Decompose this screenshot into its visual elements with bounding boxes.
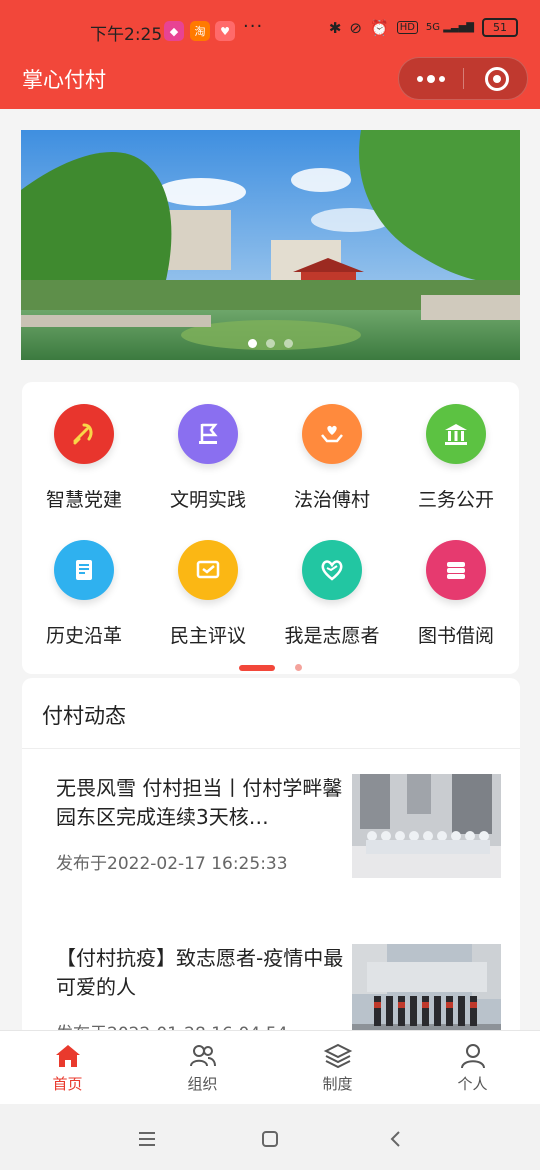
- tab-organization[interactable]: 组织: [135, 1031, 270, 1105]
- banner-dot[interactable]: [284, 339, 293, 348]
- news-thumbnail: [352, 944, 501, 1038]
- menu-item-history[interactable]: 历史沿革: [22, 540, 146, 648]
- banner-indicator: [21, 339, 520, 348]
- bluetooth-icon: ✱: [328, 18, 342, 37]
- menu-item-label: 历史沿革: [45, 625, 122, 647]
- alarm-icon: ⏰: [370, 18, 389, 37]
- building-icon: [426, 404, 486, 464]
- tab-label: 组织: [187, 1075, 218, 1093]
- people-icon: [188, 1041, 218, 1071]
- taobao-icon: 淘: [190, 21, 210, 41]
- layers-icon: [323, 1041, 353, 1071]
- heart-app-icon: ♥: [215, 21, 235, 41]
- mute-icon: ⊘: [349, 18, 362, 37]
- book-icon: [54, 540, 114, 600]
- status-bar: 下午2:25 ◆ 淘 ♥ ··· ✱ ⊘ ⏰ HD 5G ▂▃▅▇ 51: [0, 0, 540, 58]
- app-header: 下午2:25 ◆ 淘 ♥ ··· ✱ ⊘ ⏰ HD 5G ▂▃▅▇ 51 掌心付…: [0, 0, 540, 109]
- menu-item-label: 文明实践: [169, 489, 246, 511]
- menu-icon[interactable]: [132, 1124, 162, 1154]
- menu-item-label: 民主评议: [169, 625, 246, 647]
- menu-item-label: 三务公开: [417, 489, 494, 511]
- menu-item-rule-of-law[interactable]: 法治傅村: [270, 404, 394, 512]
- news-item[interactable]: 【付村抗疫】致志愿者-疫情中最可爱的人 发布于2022-01-28 16:04:…: [22, 944, 520, 1038]
- more-icon[interactable]: [399, 58, 463, 99]
- network-label: 5G: [425, 22, 441, 33]
- battery-icon: 51: [482, 18, 518, 37]
- capsule-divider: [463, 68, 464, 89]
- comment-board-icon: [178, 540, 238, 600]
- menu-item-label: 智慧党建: [45, 489, 122, 511]
- news-item-title: 无畏风雪 付村担当丨付村学畔馨园东区完成连续3天核…: [56, 776, 343, 829]
- menu-item-label: 图书借阅: [417, 625, 494, 647]
- feature-menu: 智慧党建 文明实践 法治傅村 三务公开 历史沿革 民主评议 我是志愿者 图书借阅: [22, 382, 519, 674]
- app-title: 掌心付村: [22, 68, 106, 92]
- menu-item-volunteer[interactable]: 我是志愿者: [270, 540, 394, 648]
- section-title: 付村动态: [42, 704, 126, 728]
- menu-item-library[interactable]: 图书借阅: [394, 540, 518, 648]
- back-icon[interactable]: [380, 1124, 410, 1154]
- bottom-tab-bar: 首页 组织 制度 个人: [0, 1030, 540, 1105]
- menu-item-label: 法治傅村: [293, 489, 370, 511]
- menu-page-indicator: [22, 664, 519, 671]
- home-icon: [53, 1041, 83, 1071]
- app-icon-a: ◆: [164, 21, 184, 41]
- menu-item-label: 我是志愿者: [284, 625, 380, 647]
- tab-personal[interactable]: 个人: [405, 1031, 540, 1105]
- capsule-menu: [398, 57, 528, 100]
- tab-home[interactable]: 首页: [0, 1031, 135, 1105]
- signal-icon: 5G ▂▃▅▇: [425, 22, 474, 33]
- page-dot[interactable]: [295, 664, 302, 671]
- banner-image: [21, 130, 520, 360]
- status-dots: ···: [243, 16, 264, 37]
- status-icons: ✱ ⊘ ⏰ HD 5G ▂▃▅▇ 51: [329, 18, 518, 37]
- news-section: 付村动态 无畏风雪 付村担当丨付村学畔馨园东区完成连续3天核… 发布于2022-…: [22, 678, 520, 1038]
- menu-item-democratic-review[interactable]: 民主评议: [146, 540, 270, 648]
- system-navigation-bar: [0, 1104, 540, 1170]
- menu-item-civilization[interactable]: 文明实践: [146, 404, 270, 512]
- page-dot-active[interactable]: [239, 664, 275, 671]
- banner-dot[interactable]: [266, 339, 275, 348]
- news-item[interactable]: 无畏风雪 付村担当丨付村学畔馨园东区完成连续3天核… 发布于2022-02-17…: [22, 774, 520, 894]
- person-icon: [458, 1041, 488, 1071]
- news-item-title: 【付村抗疫】致志愿者-疫情中最可爱的人: [56, 946, 344, 999]
- tab-label: 制度: [322, 1075, 353, 1093]
- menu-item-affairs-public[interactable]: 三务公开: [394, 404, 518, 512]
- news-item-date: 发布于2022-02-17 16:25:33: [56, 854, 288, 874]
- close-icon[interactable]: [485, 67, 509, 91]
- status-time: 下午2:25: [90, 25, 163, 45]
- heart-hands-icon: [302, 404, 362, 464]
- volunteer-heart-icon: [302, 540, 362, 600]
- flag-icon: [178, 404, 238, 464]
- home-square-icon[interactable]: [255, 1124, 285, 1154]
- banner-carousel[interactable]: [21, 130, 520, 360]
- tab-regulations[interactable]: 制度: [270, 1031, 405, 1105]
- news-thumbnail: [352, 774, 501, 878]
- menu-item-party-building[interactable]: 智慧党建: [22, 404, 146, 512]
- banner-dot[interactable]: [248, 339, 257, 348]
- party-emblem-icon: [54, 404, 114, 464]
- hd-icon: HD: [396, 21, 418, 34]
- books-icon: [426, 540, 486, 600]
- section-divider: [22, 748, 520, 749]
- tab-label: 个人: [457, 1075, 488, 1093]
- tab-label: 首页: [52, 1075, 83, 1093]
